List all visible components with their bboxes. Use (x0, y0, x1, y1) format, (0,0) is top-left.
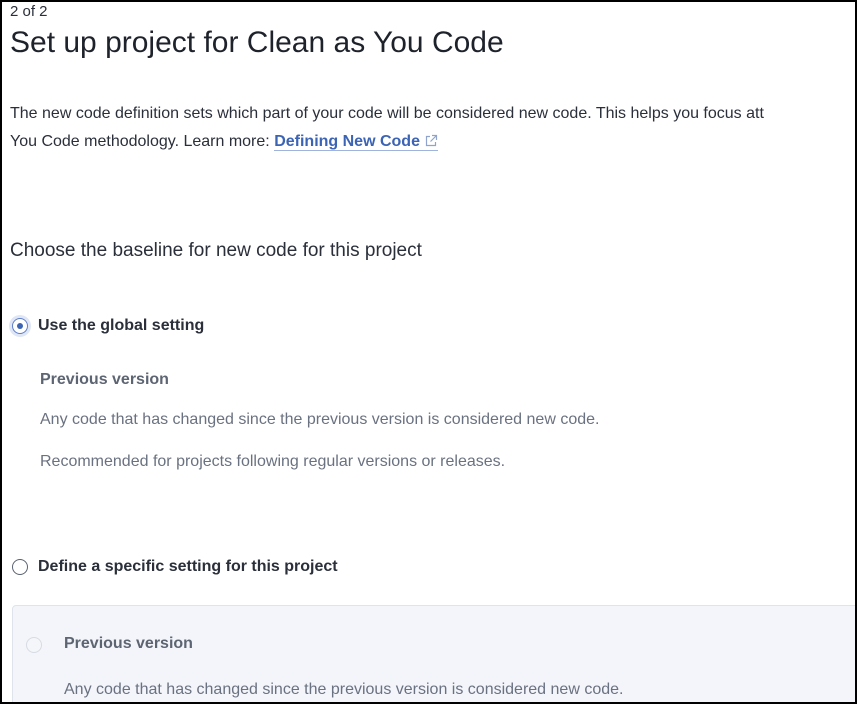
specific-previous-version-radio (26, 637, 42, 653)
defining-new-code-link[interactable]: Defining New Code (274, 133, 438, 151)
global-previous-version-title: Previous version (40, 371, 169, 388)
external-link-icon (424, 130, 438, 158)
baseline-section-heading: Choose the baseline for new code for thi… (10, 240, 422, 261)
defining-new-code-link-label: Defining New Code (274, 133, 420, 150)
global-previous-version-recommendation: Recommended for projects following regul… (40, 453, 506, 470)
global-previous-version-description: Any code that has changed since the prev… (40, 411, 600, 428)
specific-setting-radio[interactable] (12, 559, 28, 575)
setup-page: 2 of 2 Set up project for Clean as You C… (0, 0, 857, 704)
specific-setting-label: Define a specific setting for this proje… (38, 558, 338, 575)
use-global-setting-option[interactable]: Use the global setting (12, 317, 204, 335)
description-line-2-text: You Code methodology. Learn more: (10, 133, 270, 150)
specific-previous-version-title: Previous version (64, 635, 193, 652)
description: The new code definition sets which part … (10, 100, 855, 158)
specific-previous-version-option (26, 637, 42, 653)
page-title: Set up project for Clean as You Code (10, 26, 504, 59)
global-setting-label: Use the global setting (38, 317, 205, 334)
step-indicator: 2 of 2 (10, 3, 48, 20)
global-setting-radio[interactable] (12, 318, 28, 334)
description-line-2: You Code methodology. Learn more: Defini… (10, 128, 855, 158)
description-line-1: The new code definition sets which part … (10, 105, 764, 122)
specific-setting-option[interactable]: Define a specific setting for this proje… (12, 558, 338, 576)
specific-previous-version-description: Any code that has changed since the prev… (64, 681, 624, 698)
